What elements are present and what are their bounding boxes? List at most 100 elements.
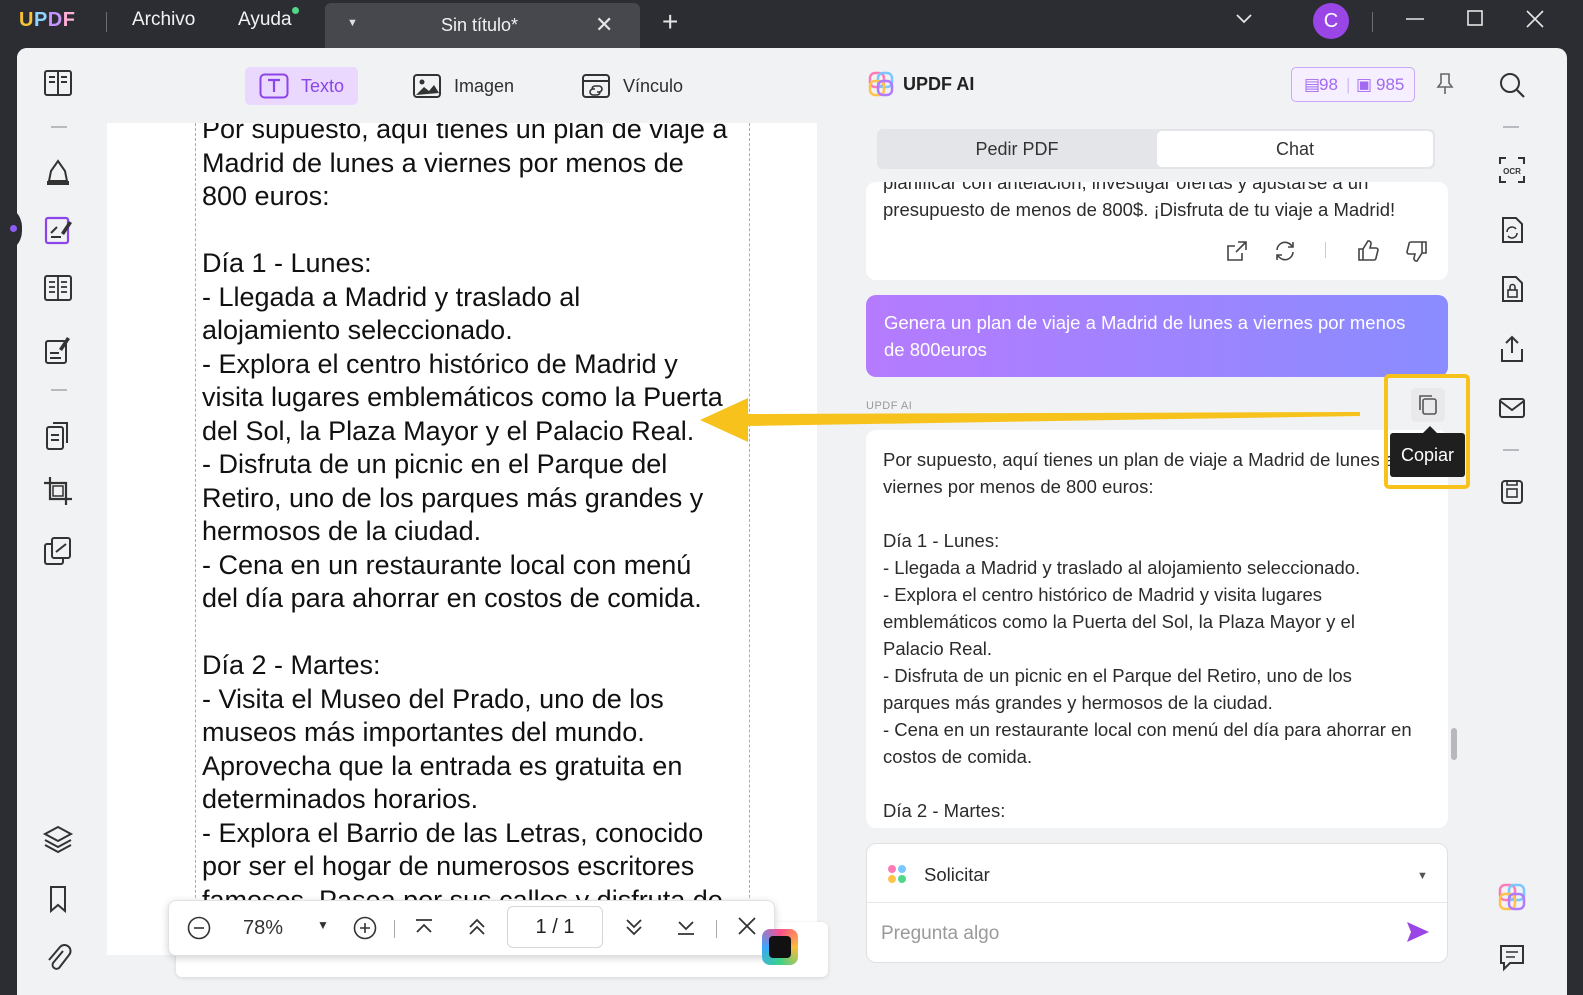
zoom-out-icon[interactable] <box>186 915 212 947</box>
link-tool-button[interactable]: Vínculo <box>567 67 697 105</box>
email-icon[interactable] <box>1497 393 1527 423</box>
title-separator <box>106 12 107 32</box>
edit-toolbar: Texto Imagen Vínculo <box>99 48 829 123</box>
link-tool-icon <box>582 74 610 98</box>
minimize-icon[interactable] <box>1404 8 1426 36</box>
pdf-page: Por supuesto, aquí tienes un plan de via… <box>107 123 817 955</box>
ai-panel-title: UPDF AI <box>903 74 975 94</box>
ai-mode-tabs: Pedir PDF Chat <box>877 129 1435 169</box>
text-tool-icon <box>259 73 289 99</box>
copy-tooltip: Copiar <box>1390 426 1465 477</box>
doc-credits: 98 <box>1319 75 1338 94</box>
search-icon[interactable] <box>1497 70 1527 100</box>
regenerate-icon[interactable] <box>1274 240 1296 267</box>
tab-close-icon[interactable]: ✕ <box>595 12 613 38</box>
convert-icon[interactable] <box>1497 215 1527 245</box>
prompt-selector[interactable]: Solicitar <box>924 864 990 886</box>
document-text[interactable]: Por supuesto, aquí tienes un plan de via… <box>202 123 747 951</box>
zoom-value[interactable]: 78% <box>243 917 283 940</box>
updf-ai-logo-icon <box>867 70 895 103</box>
next-page-icon[interactable] <box>623 915 645 945</box>
close-zoom-bar-icon[interactable] <box>736 915 758 943</box>
edit-pdf-icon[interactable] <box>41 213 75 247</box>
ask-input[interactable] <box>881 916 1381 952</box>
zoom-toolbar: 78% ▼ 1 / 1 <box>168 900 775 956</box>
text-tool-label: Texto <box>301 75 345 96</box>
tab-title: Sin título* <box>441 15 519 35</box>
copy-button[interactable] <box>1411 388 1445 422</box>
menu-file[interactable]: Archivo <box>132 9 195 31</box>
previous-answer-card: planificar con antelación, investigar of… <box>866 182 1448 280</box>
svg-text:OCR: OCR <box>1503 167 1521 176</box>
copy-icon <box>1419 395 1437 415</box>
zoom-dropdown-icon[interactable]: ▼ <box>317 918 329 932</box>
close-window-icon[interactable] <box>1524 8 1546 36</box>
thumbs-down-icon[interactable] <box>1405 239 1429 268</box>
color-palette-icon[interactable] <box>762 929 798 965</box>
last-page-icon[interactable] <box>675 915 697 945</box>
rail-separator <box>51 389 67 391</box>
zoom-separator <box>394 920 395 938</box>
image-tool-button[interactable]: Imagen <box>398 67 528 105</box>
tab-dropdown-icon[interactable]: ▼ <box>347 17 358 29</box>
avatar[interactable]: C <box>1313 3 1349 39</box>
text-tool-button[interactable]: Texto <box>245 67 359 105</box>
pin-icon[interactable] <box>1435 72 1455 101</box>
new-tab-button[interactable]: + <box>662 6 678 38</box>
chevron-down-icon[interactable] <box>1234 8 1254 34</box>
answer-card: Por supuesto, aquí tienes un plan de via… <box>866 430 1448 828</box>
rail-separator <box>51 126 67 128</box>
zoom-in-icon[interactable] <box>352 915 378 947</box>
doc-credits-icon: ▤ <box>1304 75 1321 94</box>
ocr-icon[interactable]: OCR <box>1497 155 1527 185</box>
prompt-input-card: Solicitar ▼ <box>866 843 1448 963</box>
text-edit-box[interactable]: Por supuesto, aquí tienes un plan de via… <box>195 123 750 948</box>
active-tool-marker <box>10 225 17 232</box>
updf-logo: UPDF <box>19 9 76 31</box>
chat-scrollbar[interactable] <box>1451 728 1457 760</box>
save-icon[interactable] <box>1497 477 1527 507</box>
organize-pages-icon[interactable] <box>41 419 75 453</box>
previous-answer-text: planificar con antelación, investigar of… <box>883 182 1396 220</box>
protect-icon[interactable] <box>1497 274 1527 304</box>
notification-dot <box>292 7 299 14</box>
crop-icon[interactable] <box>41 474 75 508</box>
share-export-icon[interactable] <box>1497 334 1527 364</box>
first-page-icon[interactable] <box>413 915 435 945</box>
user-message: Genera un plan de viaje a Madrid de lune… <box>866 295 1448 377</box>
reader-mode-icon[interactable] <box>41 66 75 100</box>
credits-separator: | <box>1346 75 1351 94</box>
attachment-icon[interactable] <box>41 941 75 975</box>
input-separator <box>867 902 1447 903</box>
bookmark-icon[interactable] <box>41 882 75 916</box>
chat-credits: 985 <box>1376 75 1405 94</box>
comment-icon[interactable] <box>1497 942 1527 972</box>
share-icon[interactable] <box>1226 240 1248 267</box>
tab-chat[interactable]: Chat <box>1157 131 1433 167</box>
maximize-icon[interactable] <box>1465 8 1485 34</box>
title-separator <box>1372 12 1373 32</box>
link-tool-label: Vínculo <box>623 75 684 96</box>
document-tab[interactable]: ▼ Sin título* ✕ <box>325 3 640 48</box>
page-indicator[interactable]: 1 / 1 <box>507 906 603 948</box>
layers-icon[interactable] <box>41 822 75 856</box>
chat-credits-icon: ▣ <box>1356 75 1373 94</box>
image-tool-label: Imagen <box>454 75 515 96</box>
menu-help[interactable]: Ayuda <box>238 9 292 31</box>
fill-sign-icon[interactable] <box>41 333 75 367</box>
updf-ai-icon[interactable] <box>1497 882 1527 912</box>
thumbs-up-icon[interactable] <box>1356 239 1380 268</box>
zoom-separator <box>716 920 717 938</box>
image-tool-icon <box>413 74 441 98</box>
prompt-dropdown-icon[interactable]: ▼ <box>1417 870 1428 882</box>
send-icon[interactable] <box>1405 920 1431 949</box>
credits-badge[interactable]: ▤ 98 | ▣ 985 <box>1291 67 1415 102</box>
rail-separator <box>1503 449 1519 451</box>
highlighter-icon[interactable] <box>41 155 75 189</box>
prompt-dots-icon <box>886 863 908 890</box>
tab-ask-pdf[interactable]: Pedir PDF <box>879 131 1155 167</box>
form-icon[interactable] <box>41 271 75 305</box>
previous-page-icon[interactable] <box>466 915 488 945</box>
answer-text[interactable]: Por supuesto, aquí tienes un plan de via… <box>883 446 1448 824</box>
layers-stack-icon[interactable] <box>41 534 75 568</box>
